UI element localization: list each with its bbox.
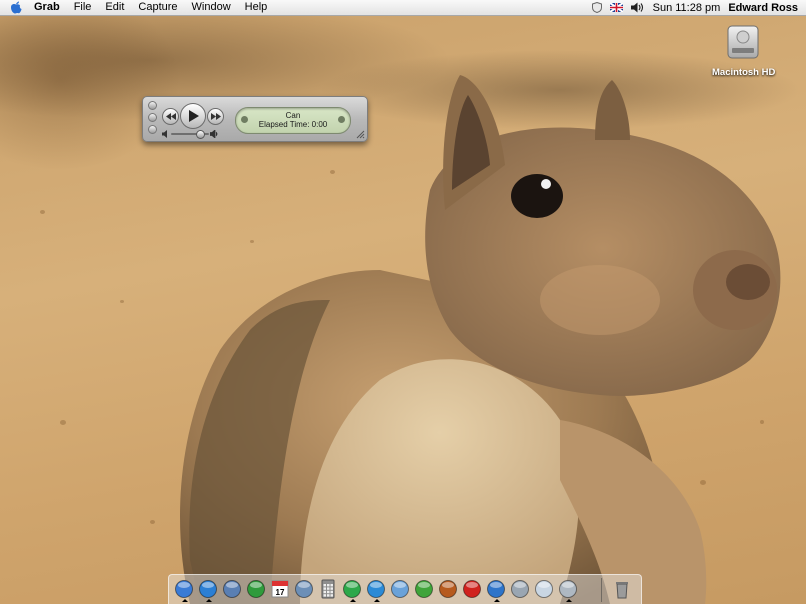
running-indicator	[374, 599, 380, 602]
menu-grab[interactable]: Grab	[28, 0, 67, 15]
dock-item-network[interactable]	[365, 578, 387, 602]
sherlock-icon	[415, 580, 433, 598]
books-icon	[391, 580, 409, 598]
volume-knob[interactable]	[195, 130, 205, 139]
dock-item-finder[interactable]	[173, 578, 195, 602]
trash-icon	[616, 582, 628, 599]
macintosh-hd-label: Macintosh HD	[712, 67, 776, 78]
menu-clock[interactable]: Sun 11:28 pm	[653, 2, 721, 14]
dock-item-itunes[interactable]	[341, 578, 363, 602]
menu-edit[interactable]: Edit	[98, 0, 131, 15]
lcd-right-indicator[interactable]	[338, 116, 345, 123]
opera-icon	[463, 580, 481, 598]
menu-capture[interactable]: Capture	[131, 0, 184, 15]
dock-item-sherlock[interactable]	[413, 578, 435, 600]
zoom-button[interactable]	[148, 125, 157, 134]
volume-slider[interactable]	[162, 130, 218, 139]
volume-high-icon	[210, 130, 218, 138]
window-buttons	[148, 101, 157, 134]
dock-item-ichat[interactable]	[245, 578, 267, 600]
ical-day: 17	[276, 588, 285, 597]
dock-item-books[interactable]	[389, 578, 411, 600]
grab-icon	[559, 580, 577, 598]
apple-icon	[11, 1, 22, 14]
fast-forward-button[interactable]	[207, 108, 224, 125]
volume-icon[interactable]	[630, 0, 645, 15]
running-indicator	[494, 599, 500, 602]
dock-item-garageband[interactable]	[437, 578, 459, 600]
iphoto-icon	[295, 580, 313, 598]
network-icon	[367, 580, 385, 598]
user-menu[interactable]: Edward Ross	[728, 2, 798, 14]
menu-window[interactable]: Window	[185, 0, 238, 15]
dock-separator	[601, 578, 602, 602]
mail-icon	[223, 580, 241, 598]
track-title: Can	[285, 111, 301, 120]
dock-item-trash[interactable]	[611, 578, 633, 600]
shield-icon[interactable]	[591, 0, 602, 15]
dock-item-calculator[interactable]	[317, 578, 339, 600]
dock-item-opera[interactable]	[461, 578, 483, 600]
dock: 17	[168, 574, 642, 604]
close-button[interactable]	[148, 101, 157, 110]
dock-item-mail[interactable]	[221, 578, 243, 600]
menu-help[interactable]: Help	[238, 0, 275, 15]
running-indicator	[182, 599, 188, 602]
running-indicator	[350, 599, 356, 602]
quicktime-icon	[487, 580, 505, 598]
dock-item-grab[interactable]	[557, 578, 579, 602]
garageband-icon	[439, 580, 457, 598]
dock-item-utility[interactable]	[509, 578, 531, 600]
running-indicator	[566, 599, 572, 602]
flag-icon[interactable]	[609, 0, 623, 15]
resize-grip-icon[interactable]	[356, 130, 365, 139]
volume-low-icon	[162, 130, 167, 138]
play-icon	[188, 110, 199, 122]
elapsed-time: Elapsed Time: 0:00	[258, 120, 328, 129]
menu-bar: Grab File Edit Capture Window Help Sun 1…	[0, 0, 806, 16]
calculator-icon	[321, 579, 335, 599]
utility-icon	[511, 580, 529, 598]
macintosh-hd-desktop-icon[interactable]: Macintosh HD	[712, 22, 776, 78]
fast-forward-icon	[210, 113, 221, 120]
dock-item-safari[interactable]	[197, 578, 219, 602]
preview-icon	[535, 580, 553, 598]
quicktime-player-window[interactable]: Can Elapsed Time: 0:00	[142, 96, 368, 142]
rewind-icon	[165, 113, 176, 120]
rewind-button[interactable]	[162, 108, 179, 125]
finder-icon	[175, 580, 193, 598]
running-indicator	[206, 599, 212, 602]
dock-item-preview[interactable]	[533, 578, 555, 600]
apple-menu[interactable]	[10, 1, 22, 14]
desktop: Macintosh HD Can Elapsed Time: 0:00 17	[0, 0, 806, 604]
dock-item-quicktime[interactable]	[485, 578, 507, 602]
itunes-icon	[343, 580, 361, 598]
dock-item-iphoto[interactable]	[293, 578, 315, 600]
dock-item-ical[interactable]: 17	[269, 578, 291, 600]
ical-icon: 17	[271, 580, 289, 598]
minimize-button[interactable]	[148, 113, 157, 122]
menu-file[interactable]: File	[67, 0, 99, 15]
ichat-icon	[247, 580, 265, 598]
play-button[interactable]	[180, 103, 206, 129]
lcd-display: Can Elapsed Time: 0:00	[235, 107, 351, 134]
safari-icon	[199, 580, 217, 598]
squirrel-wallpaper	[180, 75, 781, 604]
hard-drive-icon	[727, 25, 759, 59]
